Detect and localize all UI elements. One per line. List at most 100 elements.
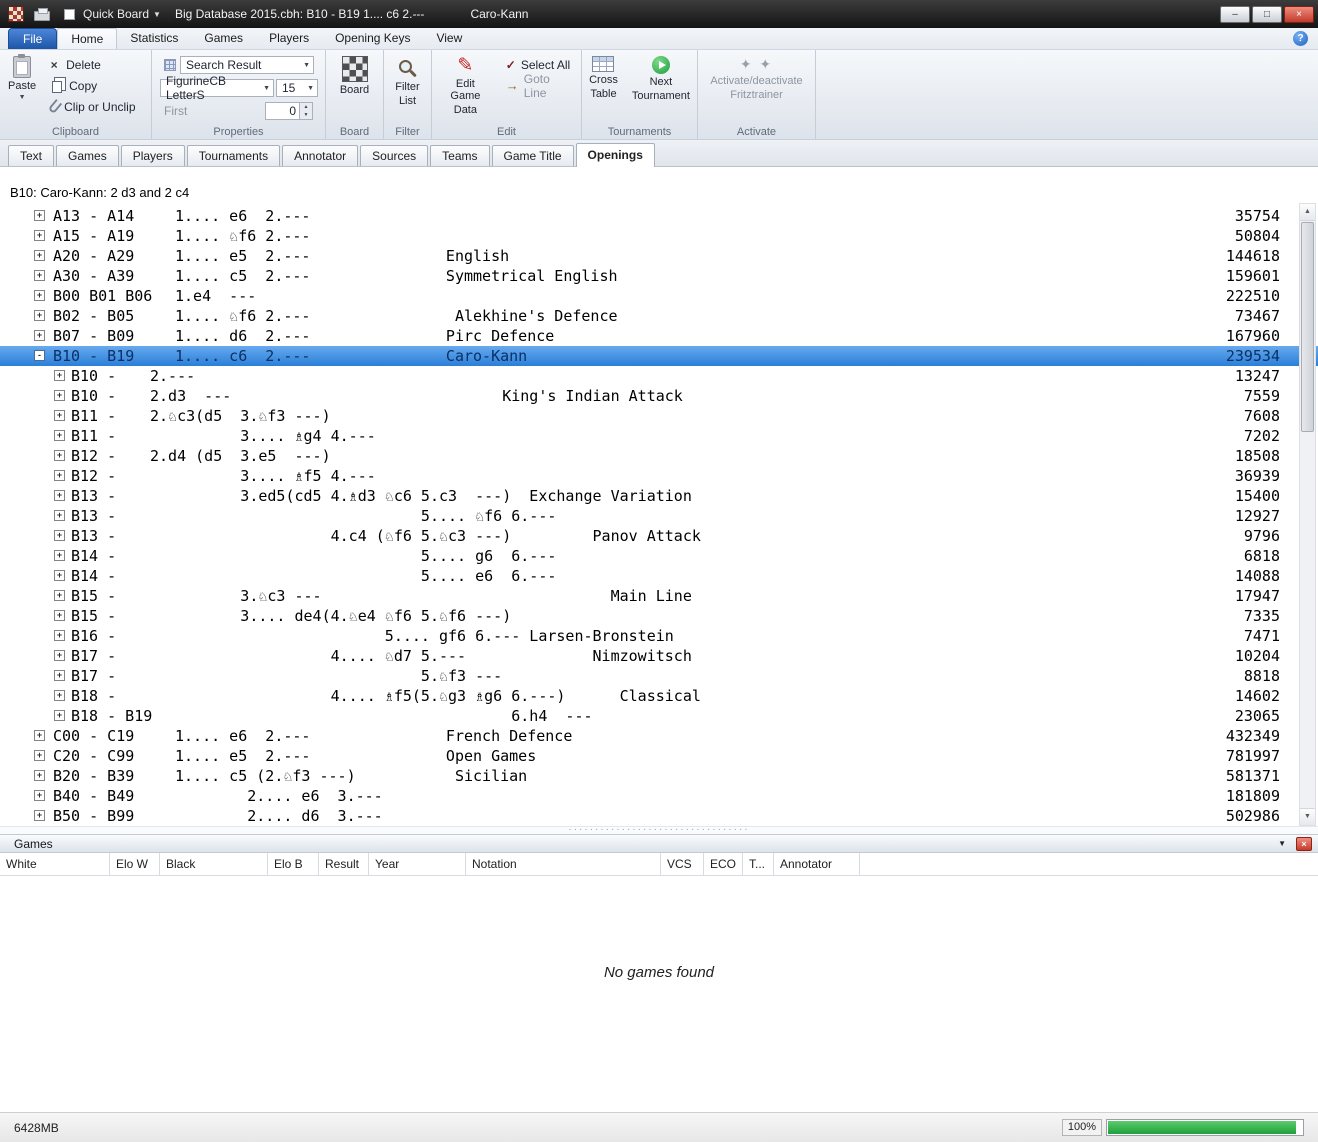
edit-game-data-button[interactable]: ✎ Edit Game Data xyxy=(436,54,495,125)
maximize-button[interactable]: □ xyxy=(1252,6,1282,23)
opening-row[interactable]: +B40 - B49 2.... e6 3.---181809 xyxy=(0,786,1318,806)
games-column-white[interactable]: White xyxy=(0,853,110,875)
opening-row[interactable]: +B13 - 5.... ♘f6 6.---12927 xyxy=(0,506,1318,526)
expand-icon[interactable]: + xyxy=(54,430,65,441)
doc-tab-teams[interactable]: Teams xyxy=(430,145,489,166)
splitter-handle[interactable]: ·································· xyxy=(0,826,1318,834)
games-column-black[interactable]: Black xyxy=(160,853,268,875)
games-column-vcs[interactable]: VCS xyxy=(661,853,704,875)
ribbon-tab-games[interactable]: Games xyxy=(191,28,256,49)
scroll-down-icon[interactable]: ▼ xyxy=(1300,808,1315,825)
games-column-eco[interactable]: ECO xyxy=(704,853,743,875)
ribbon-tab-view[interactable]: View xyxy=(423,28,475,49)
games-column-t[interactable]: T... xyxy=(743,853,774,875)
cross-table-button[interactable]: Cross Table xyxy=(585,54,622,125)
opening-row[interactable]: +B14 - 5.... e6 6.---14088 xyxy=(0,566,1318,586)
opening-row[interactable]: +A20 - A291.... e5 2.--- English144618 xyxy=(0,246,1318,266)
first-spinner[interactable]: 0 ▲ ▼ xyxy=(265,102,313,120)
collapse-icon[interactable]: - xyxy=(34,350,45,361)
games-column-elo-b[interactable]: Elo B xyxy=(268,853,319,875)
expand-icon[interactable]: + xyxy=(34,810,45,821)
opening-row[interactable]: +B13 - 3.ed5(cd5 4.♗d3 ♘c6 5.c3 ---) Exc… xyxy=(0,486,1318,506)
print-icon[interactable] xyxy=(34,11,50,21)
opening-row[interactable]: +B17 - 5.♘f3 ---8818 xyxy=(0,666,1318,686)
expand-icon[interactable]: + xyxy=(34,250,45,261)
expand-icon[interactable]: + xyxy=(34,750,45,761)
games-column-notation[interactable]: Notation xyxy=(466,853,661,875)
scroll-up-icon[interactable]: ▲ xyxy=(1300,204,1315,221)
opening-row[interactable]: +A15 - A191.... ♘f6 2.---50804 xyxy=(0,226,1318,246)
paste-button[interactable]: Paste ▼ xyxy=(4,54,40,125)
ribbon-tab-file[interactable]: File xyxy=(8,28,57,49)
doc-tab-games[interactable]: Games xyxy=(56,145,119,166)
games-column-annotator[interactable]: Annotator xyxy=(774,853,860,875)
delete-button[interactable]: × Delete xyxy=(44,54,138,75)
board-button[interactable]: Board xyxy=(330,54,379,98)
font-combo[interactable]: FigurineCB LetterS ▼ xyxy=(160,79,274,97)
copy-button[interactable]: Copy xyxy=(44,75,138,96)
opening-row[interactable]: +A13 - A141.... e6 2.---35754 xyxy=(0,206,1318,226)
games-column-result[interactable]: Result xyxy=(319,853,369,875)
expand-icon[interactable]: + xyxy=(54,510,65,521)
quick-board-caret-icon[interactable]: ▼ xyxy=(153,10,161,19)
opening-row[interactable]: +B10 -2.---13247 xyxy=(0,366,1318,386)
spin-down-icon[interactable]: ▼ xyxy=(300,111,312,119)
opening-row[interactable]: +B18 - 4.... ♗f5(5.♘g3 ♗g6 6.---) Classi… xyxy=(0,686,1318,706)
expand-icon[interactable]: + xyxy=(54,410,65,421)
opening-row[interactable]: +B12 - 3.... ♗f5 4.---36939 xyxy=(0,466,1318,486)
expand-icon[interactable]: + xyxy=(34,210,45,221)
opening-row[interactable]: -B10 - B191.... c6 2.--- Caro-Kann239534 xyxy=(0,346,1318,366)
opening-row[interactable]: +B11 -2.♘c3(d5 3.♘f3 ---)7608 xyxy=(0,406,1318,426)
expand-icon[interactable]: + xyxy=(54,490,65,501)
expand-icon[interactable]: + xyxy=(54,550,65,561)
ribbon-tab-players[interactable]: Players xyxy=(256,28,322,49)
paste-caret-icon[interactable]: ▼ xyxy=(19,94,26,101)
opening-row[interactable]: +B11 - 3.... ♗g4 4.---7202 xyxy=(0,426,1318,446)
opening-row[interactable]: +A30 - A391.... c5 2.--- Symmetrical Eng… xyxy=(0,266,1318,286)
collapse-chevron-icon[interactable]: ▼ xyxy=(1278,839,1286,848)
help-icon[interactable]: ? xyxy=(1293,31,1308,46)
quick-board-label[interactable]: Quick Board xyxy=(83,7,149,21)
opening-row[interactable]: +B02 - B051.... ♘f6 2.--- Alekhine's Def… xyxy=(0,306,1318,326)
expand-icon[interactable]: + xyxy=(54,570,65,581)
doc-tab-game-title[interactable]: Game Title xyxy=(492,145,574,166)
expand-icon[interactable]: + xyxy=(54,370,65,381)
opening-row[interactable]: +B50 - B99 2.... d6 3.---502986 xyxy=(0,806,1318,826)
opening-row[interactable]: +B15 - 3.... de4(4.♘e4 ♘f6 5.♘f6 ---)733… xyxy=(0,606,1318,626)
scrollbar-thumb[interactable] xyxy=(1301,222,1314,432)
ribbon-tab-opening-keys[interactable]: Opening Keys xyxy=(322,28,423,49)
doc-tab-sources[interactable]: Sources xyxy=(360,145,428,166)
opening-row[interactable]: +B18 - B19 6.h4 ---23065 xyxy=(0,706,1318,726)
opening-row[interactable]: +B17 - 4.... ♘d7 5.--- Nimzowitsch10204 xyxy=(0,646,1318,666)
expand-icon[interactable]: + xyxy=(54,530,65,541)
games-close-icon[interactable]: × xyxy=(1296,837,1312,851)
expand-icon[interactable]: + xyxy=(34,790,45,801)
font-size-combo[interactable]: 15 ▼ xyxy=(276,79,318,97)
opening-row[interactable]: +B20 - B391.... c5 (2.♘f3 ---) Sicilian5… xyxy=(0,766,1318,786)
expand-icon[interactable]: + xyxy=(54,690,65,701)
filter-list-button[interactable]: Filter List xyxy=(388,54,427,109)
expand-icon[interactable]: + xyxy=(54,630,65,641)
expand-icon[interactable]: + xyxy=(34,270,45,281)
goto-line-button[interactable]: → Goto Line xyxy=(503,75,577,96)
search-result-combo[interactable]: Search Result ▼ xyxy=(180,56,314,74)
doc-tab-annotator[interactable]: Annotator xyxy=(282,145,358,166)
fritztrainer-button[interactable]: ✦ ✦ Activate/deactivate Fritztrainer xyxy=(702,54,811,103)
ribbon-tab-home[interactable]: Home xyxy=(57,28,117,49)
expand-icon[interactable]: + xyxy=(54,390,65,401)
expand-icon[interactable]: + xyxy=(34,230,45,241)
expand-icon[interactable]: + xyxy=(54,470,65,481)
expand-icon[interactable]: + xyxy=(34,330,45,341)
doc-tab-text[interactable]: Text xyxy=(8,145,54,166)
expand-icon[interactable]: + xyxy=(54,450,65,461)
opening-row[interactable]: +B16 - 5.... gf6 6.--- Larsen-Bronstein7… xyxy=(0,626,1318,646)
ribbon-tab-statistics[interactable]: Statistics xyxy=(117,28,191,49)
opening-row[interactable]: +B10 -2.d3 --- King's Indian Attack7559 xyxy=(0,386,1318,406)
doc-tab-players[interactable]: Players xyxy=(121,145,185,166)
expand-icon[interactable]: + xyxy=(34,730,45,741)
opening-row[interactable]: +B12 -2.d4 (d5 3.e5 ---)18508 xyxy=(0,446,1318,466)
next-tournament-button[interactable]: Next Tournament xyxy=(628,54,694,125)
doc-tab-tournaments[interactable]: Tournaments xyxy=(187,145,280,166)
expand-icon[interactable]: + xyxy=(54,610,65,621)
opening-row[interactable]: +B14 - 5.... g6 6.---6818 xyxy=(0,546,1318,566)
